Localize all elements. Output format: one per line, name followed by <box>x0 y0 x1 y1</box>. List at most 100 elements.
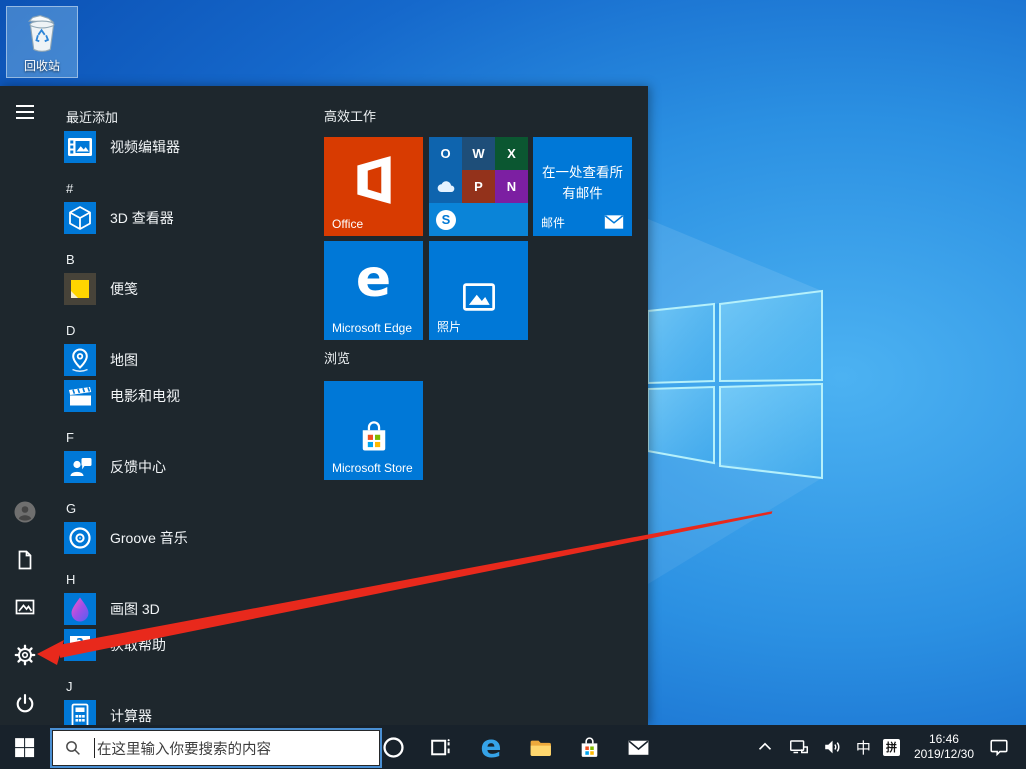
app-section-header[interactable]: # <box>56 178 316 200</box>
expand-menu-button[interactable] <box>7 94 43 130</box>
tile-office[interactable]: Office <box>324 137 423 236</box>
app-item-movies-tv[interactable]: 电影和电视 <box>56 378 316 414</box>
groove-music-icon <box>64 522 96 554</box>
app-item-sticky-notes[interactable]: 便笺 <box>56 271 316 307</box>
action-center-icon <box>988 736 1010 758</box>
document-icon <box>13 548 37 572</box>
action-center-button[interactable] <box>982 725 1016 769</box>
documents-button[interactable] <box>7 542 43 578</box>
folder-icon <box>528 735 553 760</box>
app-section-header[interactable]: 最近添加 <box>56 107 316 129</box>
user-account-button[interactable] <box>7 494 43 530</box>
office-app-w: W <box>462 137 495 170</box>
tile-group-title-browse[interactable]: 浏览 <box>324 348 350 367</box>
app-item-feedback-hub[interactable]: 反馈中心 <box>56 449 316 485</box>
app-item-label: 视频编辑器 <box>110 137 180 157</box>
chevron-up-icon <box>754 736 776 758</box>
hamburger-icon <box>13 100 37 124</box>
office-logo-icon <box>348 149 400 211</box>
skype-icon: S <box>436 210 456 230</box>
cortana-button[interactable] <box>369 725 417 769</box>
file-explorer-button[interactable] <box>516 725 564 769</box>
recycle-bin-desktop-icon[interactable]: 回收站 <box>6 6 78 78</box>
start-menu: 最近添加视频编辑器 #3D 查看器 B 便笺 D 地图电影和电视 F反馈中心 GGroove … <box>0 86 648 725</box>
app-section-header[interactable]: B <box>56 249 316 271</box>
recycle-bin-icon <box>20 11 64 55</box>
photos-tile-icon <box>461 279 497 315</box>
power-icon <box>13 692 37 716</box>
task-view-button[interactable] <box>416 725 464 769</box>
cortana-icon <box>381 735 406 760</box>
text-caret <box>94 738 95 758</box>
svg-text:?: ? <box>76 635 83 650</box>
app-item-label: 画图 3D <box>110 599 160 619</box>
ime-language-indicator[interactable]: 中 <box>850 725 877 769</box>
search-input[interactable]: 在这里输入你要搜索的内容 <box>50 728 382 768</box>
user-avatar-icon <box>13 500 37 524</box>
store-taskbar-button[interactable] <box>565 725 613 769</box>
edge-icon: e <box>480 732 501 763</box>
taskbar: 在这里输入你要搜索的内容 e 中 拼 16:46 2019/12/30 <box>0 725 1026 769</box>
clock-time: 16:46 <box>929 732 959 747</box>
office-app-x: X <box>495 137 528 170</box>
tile-office-apps[interactable]: OWXPN S <box>429 137 528 236</box>
settings-button[interactable] <box>7 637 43 673</box>
cloud-icon <box>429 170 462 203</box>
clock[interactable]: 16:46 2019/12/30 <box>906 725 982 769</box>
app-item-groove-music[interactable]: Groove 音乐 <box>56 520 316 556</box>
skype-band: S <box>429 203 528 236</box>
windows-logo-icon <box>12 735 37 760</box>
office-app-n: N <box>495 170 528 203</box>
start-button[interactable] <box>0 725 48 769</box>
app-item-get-help[interactable]: ? 获取帮助 <box>56 627 316 663</box>
app-section-header[interactable]: J <box>56 676 316 698</box>
tile-edge-label: Microsoft Edge <box>332 321 412 335</box>
app-item-calculator[interactable]: 计算器 <box>56 698 316 725</box>
system-tray: 中 拼 16:46 2019/12/30 <box>748 725 1026 769</box>
feedback-hub-icon <box>64 451 96 483</box>
tile-photos-label: 照片 <box>437 318 461 335</box>
tray-overflow-button[interactable] <box>748 725 782 769</box>
edge-taskbar-button[interactable]: e <box>467 725 515 769</box>
app-section-header[interactable]: D <box>56 320 316 342</box>
volume-button[interactable] <box>816 725 850 769</box>
app-item-viewer-3d[interactable]: 3D 查看器 <box>56 200 316 236</box>
paint-3d-icon <box>64 593 96 625</box>
tile-mail[interactable]: 在一处查看所有邮件 邮件 <box>533 137 632 236</box>
clock-date: 2019/12/30 <box>914 747 974 762</box>
store-tile-icon <box>356 419 392 455</box>
office-apps-grid: OWXPN <box>429 137 528 203</box>
power-button[interactable] <box>7 686 43 722</box>
tile-mail-label: 邮件 <box>541 214 565 231</box>
app-item-maps[interactable]: 地图 <box>56 342 316 378</box>
pictures-icon <box>13 595 37 619</box>
viewer-3d-icon <box>64 202 96 234</box>
mail-taskbar-button[interactable] <box>614 725 662 769</box>
movies-tv-icon <box>64 380 96 412</box>
maps-icon <box>64 344 96 376</box>
app-item-label: 地图 <box>110 350 138 370</box>
tile-photos[interactable]: 照片 <box>429 241 528 340</box>
tile-microsoft-store[interactable]: Microsoft Store <box>324 381 423 480</box>
ime-mode-button[interactable]: 拼 <box>877 725 906 769</box>
app-section-header[interactable]: H <box>56 569 316 591</box>
office-app-o: O <box>429 137 462 170</box>
app-item-label: 电影和电视 <box>110 386 180 406</box>
pictures-button[interactable] <box>7 589 43 625</box>
sticky-notes-icon <box>64 273 96 305</box>
search-placeholder: 在这里输入你要搜索的内容 <box>97 738 271 759</box>
app-item-video-editor[interactable]: 视频编辑器 <box>56 129 316 165</box>
app-item-label: 3D 查看器 <box>110 208 174 228</box>
tile-microsoft-edge[interactable]: e Microsoft Edge <box>324 241 423 340</box>
app-section-header[interactable]: G <box>56 498 316 520</box>
app-section-header[interactable]: F <box>56 427 316 449</box>
tile-office-label: Office <box>332 217 363 231</box>
app-item-label: 获取帮助 <box>110 635 166 655</box>
app-item-label: 便笺 <box>110 279 138 299</box>
edge-logo-icon: e <box>324 249 423 309</box>
tile-group-title-productivity[interactable]: 高效工作 <box>324 106 376 125</box>
network-button[interactable] <box>782 725 816 769</box>
tile-mail-heading: 在一处查看所有邮件 <box>533 163 632 205</box>
start-menu-rail <box>0 86 50 725</box>
app-item-paint-3d[interactable]: 画图 3D <box>56 591 316 627</box>
